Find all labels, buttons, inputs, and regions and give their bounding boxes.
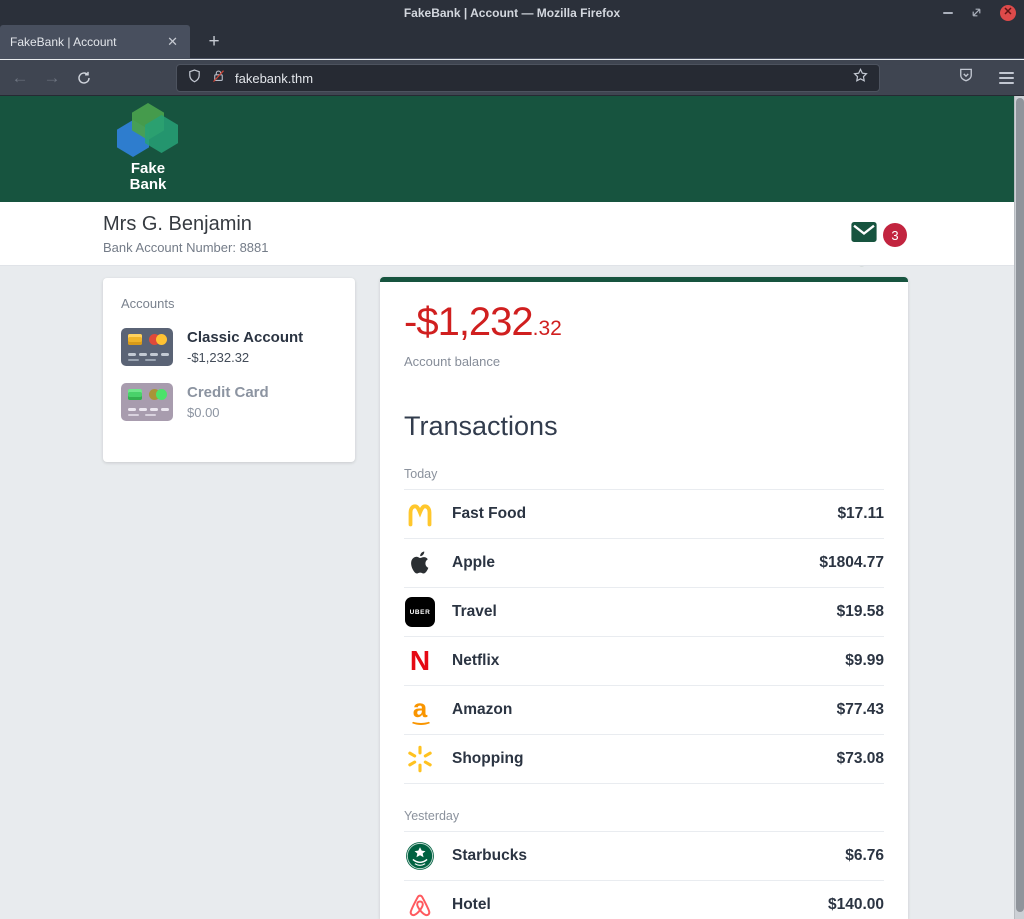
account-balance: $0.00 <box>187 405 220 420</box>
reload-icon[interactable] <box>72 66 96 90</box>
window-title: FakeBank | Account — Mozilla Firefox <box>403 5 621 20</box>
group-label: Today <box>404 467 884 490</box>
airbnb-icon <box>404 889 436 919</box>
transaction-groups: Today Fast Food $17.11 Apple $1804.77 UB… <box>404 467 884 919</box>
customer-name: Mrs G. Benjamin <box>103 213 252 235</box>
account-item-classic[interactable]: Classic Account -$1,232.32 <box>121 328 337 366</box>
txn-amount: $140.00 <box>827 896 884 913</box>
group-rows: Starbucks $6.76 Hotel $140.00 <box>404 832 884 919</box>
walmart-icon <box>404 743 436 775</box>
menu-icon[interactable] <box>999 71 1014 84</box>
tab-strip: FakeBank | Account ✕ + <box>0 25 1024 59</box>
transaction-row: Fast Food $17.11 <box>404 490 884 539</box>
uber-icon: UBER <box>404 596 436 628</box>
transaction-row: Apple $1804.77 <box>404 539 884 588</box>
transaction-row: Hotel $140.00 <box>404 881 884 919</box>
txn-amount: $9.99 <box>845 652 884 669</box>
messages-button[interactable]: 3 <box>851 222 907 248</box>
url-bar[interactable]: fakebank.thm <box>176 64 880 92</box>
txn-amount: $73.08 <box>836 750 884 767</box>
txn-name: Travel <box>452 603 497 620</box>
account-item-credit-card[interactable]: Credit Card $0.00 <box>121 383 337 421</box>
forward-icon[interactable]: → <box>40 66 64 90</box>
txn-name: Netflix <box>452 652 500 669</box>
account-name: Credit Card <box>187 384 269 401</box>
txn-amount: $6.76 <box>845 847 884 864</box>
tab-fakebank-account[interactable]: FakeBank | Account ✕ <box>0 25 190 59</box>
accounts-panel: Accounts Classic Account -$1,232.32 Cred… <box>103 278 355 462</box>
page-scrollbar[interactable] <box>1014 96 1024 919</box>
transaction-row: UBER Travel $19.58 <box>404 588 884 637</box>
balance-minor: .32 <box>532 317 562 340</box>
txn-name: Apple <box>452 554 496 571</box>
txn-name: Shopping <box>452 750 524 767</box>
new-tab-button[interactable]: + <box>200 28 228 56</box>
starbucks-icon <box>404 840 436 872</box>
logo-text-line2: Bank <box>129 176 167 193</box>
txn-name: Hotel <box>452 896 491 913</box>
account-detail-card: -$1,232.32 Account balance Transactions … <box>380 277 908 919</box>
balance-label: Account balance <box>404 354 501 369</box>
txn-name: Amazon <box>452 701 513 718</box>
minimize-icon[interactable] <box>943 11 953 14</box>
scrollbar-thumb[interactable] <box>1016 98 1024 912</box>
transaction-group: Today Fast Food $17.11 Apple $1804.77 UB… <box>404 467 884 784</box>
site-header: Fake Bank Our Products & Services Safe &… <box>0 96 1014 267</box>
group-rows: Fast Food $17.11 Apple $1804.77 UBER Tra… <box>404 490 884 784</box>
user-bar: Mrs G. Benjamin Bank Account Number: 888… <box>0 202 1014 266</box>
back-icon[interactable]: ← <box>8 66 32 90</box>
transaction-group: Yesterday Starbucks $6.76 Hotel $140.00 <box>404 809 884 919</box>
navigation-toolbar: ← → fakebank.thm <box>0 60 1024 96</box>
page-content: Accounts Classic Account -$1,232.32 Cred… <box>0 267 1014 919</box>
apple-icon <box>404 547 436 579</box>
bank-card-light-icon <box>121 383 173 421</box>
account-number-label: Bank Account Number: 8881 <box>103 240 269 255</box>
account-shield-icon[interactable] <box>957 66 975 89</box>
window-titlebar: FakeBank | Account — Mozilla Firefox ✕ <box>0 0 1024 25</box>
logo-text-line1: Fake <box>130 160 166 177</box>
transactions-title: Transactions <box>404 411 558 441</box>
amazon-icon: a <box>404 694 436 726</box>
bookmark-star-icon[interactable] <box>852 67 869 89</box>
balance-amount: -$1,232.32 <box>404 300 884 345</box>
mcdonalds-icon <box>404 498 436 530</box>
bank-card-dark-icon <box>121 328 173 366</box>
accounts-panel-title: Accounts <box>121 296 175 311</box>
netflix-icon: N <box>409 645 431 676</box>
close-tab-icon[interactable]: ✕ <box>165 34 180 50</box>
txn-name: Starbucks <box>452 847 527 864</box>
account-balance: -$1,232.32 <box>187 350 250 365</box>
txn-amount: $77.43 <box>836 701 884 718</box>
txn-name: Fast Food <box>452 505 527 522</box>
messages-count-badge: 3 <box>883 223 907 247</box>
account-name: Classic Account <box>187 329 304 346</box>
balance-major: -$1,232 <box>404 300 534 344</box>
restore-window-icon[interactable] <box>971 7 982 18</box>
transaction-row: N Netflix $9.99 <box>404 637 884 686</box>
group-label: Yesterday <box>404 809 884 832</box>
txn-amount: $19.58 <box>836 603 884 620</box>
transaction-row: Shopping $73.08 <box>404 735 884 784</box>
insecure-lock-icon[interactable] <box>211 68 226 89</box>
tab-title: FakeBank | Account <box>10 35 117 49</box>
transaction-row: a Amazon $77.43 <box>404 686 884 735</box>
txn-amount: $1804.77 <box>819 554 884 571</box>
tracking-shield-icon[interactable] <box>187 68 202 89</box>
close-window-icon[interactable]: ✕ <box>1000 4 1016 21</box>
fakebank-logo[interactable]: Fake Bank <box>116 103 180 193</box>
hexagon-logo-icon <box>116 103 180 159</box>
envelope-icon <box>851 222 877 248</box>
transaction-row: Starbucks $6.76 <box>404 832 884 881</box>
url-text[interactable]: fakebank.thm <box>235 71 843 86</box>
txn-amount: $17.11 <box>837 505 884 522</box>
